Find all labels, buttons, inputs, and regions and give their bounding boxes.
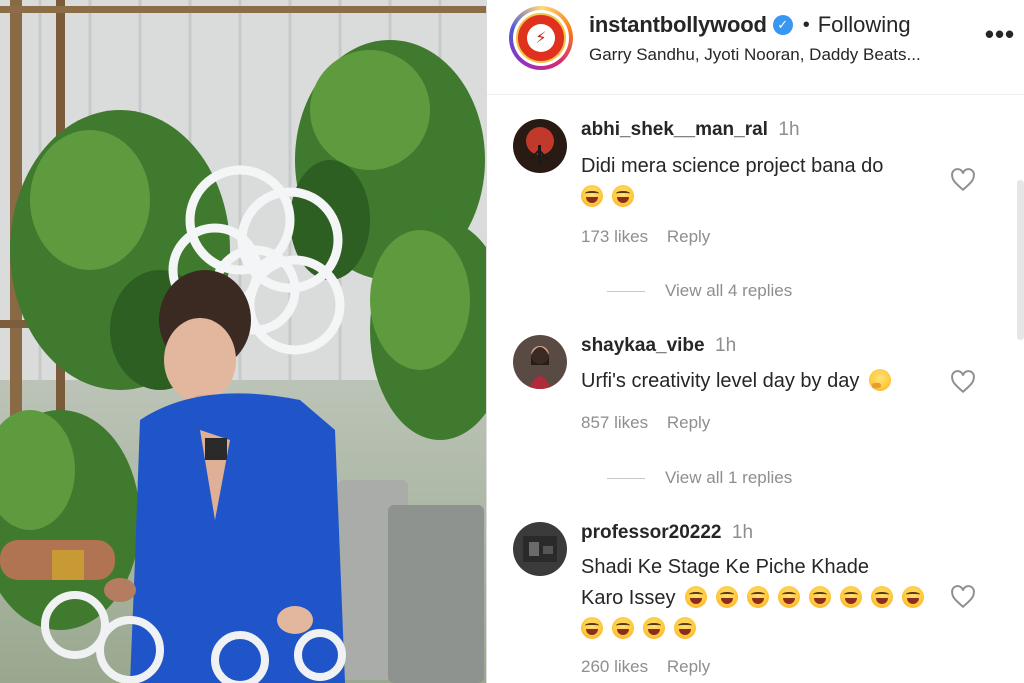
- thinking-emoji-icon: [869, 369, 892, 391]
- laughing-emoji-icon: [871, 586, 894, 608]
- audio-attribution[interactable]: Garry Sandhu, Jyoti Nooran, Daddy Beats.…: [589, 45, 921, 65]
- comment-body-line1: Shadi Ke Stage Ke Piche Khade: [581, 556, 869, 578]
- account-avatar[interactable]: ⚡: [509, 6, 573, 70]
- comment-text: Didi mera science project bana do: [581, 151, 961, 213]
- comment-text: Urfi's creativity level day by day: [581, 366, 961, 397]
- comment-likes[interactable]: 260 likes: [581, 657, 648, 676]
- laughing-emoji-icon: [840, 586, 863, 608]
- comment-time: 1h: [731, 522, 754, 543]
- view-replies-label: View all 4 replies: [665, 281, 793, 300]
- comment-time: 1h: [715, 335, 737, 356]
- comment-item: abhi_shek__man_ral 1h Didi mera science …: [513, 119, 975, 301]
- laughing-emoji-icon: [612, 185, 634, 207]
- reply-button[interactable]: Reply: [667, 413, 710, 432]
- commenter-avatar[interactable]: [513, 522, 567, 576]
- laughing-emoji-icon: [674, 617, 696, 639]
- post-header: ⚡ instantbollywood ✓ • Following Garry S…: [487, 0, 1024, 95]
- comment-body-line2: Karo Issey: [581, 587, 676, 609]
- laughing-emoji-icon: [685, 586, 708, 608]
- view-replies-link[interactable]: View all 4 replies: [607, 281, 792, 301]
- laughing-emoji-icon: [581, 185, 603, 207]
- view-replies-label: View all 1 replies: [665, 468, 793, 487]
- comment-likes[interactable]: 173 likes: [581, 227, 648, 246]
- reply-button[interactable]: Reply: [667, 657, 710, 676]
- post-image-illustration: [0, 0, 486, 683]
- heart-outline-icon[interactable]: [949, 369, 977, 395]
- comment-item: professor20222 1h Shadi Ke Stage Ke Pich…: [513, 522, 975, 683]
- comment-meta: 173 likes Reply: [581, 227, 710, 247]
- comment-text: Shadi Ke Stage Ke Piche Khade Karo Issey: [581, 552, 981, 645]
- comment-username[interactable]: abhi_shek__man_ral: [581, 119, 768, 140]
- laughing-emoji-icon: [716, 586, 739, 608]
- laughing-emoji-icon: [902, 586, 925, 608]
- account-username[interactable]: instantbollywood: [589, 12, 767, 38]
- comment-username[interactable]: professor20222: [581, 522, 721, 543]
- comment-username[interactable]: shaykaa_vibe: [581, 335, 705, 356]
- comment-item: shaykaa_vibe 1h Urfi's creativity level …: [513, 335, 975, 495]
- comment-body: Urfi's creativity level day by day: [581, 370, 860, 392]
- comment-meta: 857 likes Reply: [581, 413, 710, 433]
- laughing-emoji-icon: [778, 586, 801, 608]
- comment-likes[interactable]: 857 likes: [581, 413, 648, 432]
- laughing-emoji-icon: [643, 617, 665, 639]
- comment-header: shaykaa_vibe 1h: [581, 335, 736, 357]
- replies-line: [607, 477, 645, 479]
- scrollbar[interactable]: [1017, 180, 1024, 340]
- laughing-emoji-icon: [581, 617, 603, 639]
- laughing-emoji-icon: [747, 586, 770, 608]
- following-button[interactable]: Following: [818, 12, 911, 38]
- logo-icon: ⚡: [527, 24, 555, 52]
- heart-outline-icon[interactable]: [949, 167, 977, 193]
- username-row: instantbollywood ✓ • Following: [589, 11, 911, 39]
- view-replies-link[interactable]: View all 1 replies: [607, 468, 792, 488]
- reply-button[interactable]: Reply: [667, 227, 710, 246]
- heart-outline-icon[interactable]: [949, 584, 977, 610]
- post-photo: [0, 0, 486, 683]
- comment-header: abhi_shek__man_ral 1h: [581, 119, 800, 141]
- laughing-emoji-icon: [612, 617, 634, 639]
- commenter-avatar[interactable]: [513, 335, 567, 389]
- comment-body: Didi mera science project bana do: [581, 155, 884, 177]
- comment-header: professor20222 1h: [581, 522, 753, 544]
- separator-dot: •: [802, 13, 810, 36]
- laughing-emoji-icon: [809, 586, 832, 608]
- replies-line: [607, 290, 645, 292]
- verified-badge-icon: ✓: [772, 15, 793, 35]
- more-options-icon[interactable]: •••: [983, 21, 1017, 52]
- comment-meta: 260 likes Reply: [581, 657, 710, 677]
- comment-time: 1h: [778, 119, 800, 140]
- commenter-avatar[interactable]: [513, 119, 567, 173]
- comments-panel: ⚡ instantbollywood ✓ • Following Garry S…: [487, 0, 1024, 683]
